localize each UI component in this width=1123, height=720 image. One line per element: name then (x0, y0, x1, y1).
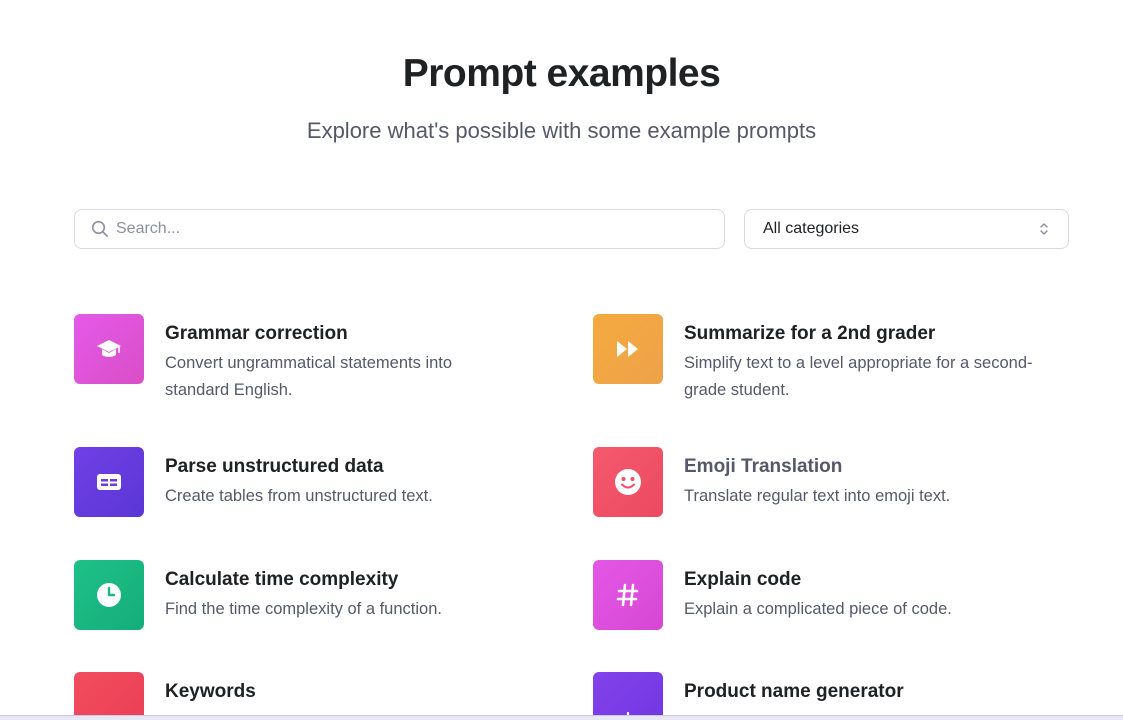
card-icon-tile (74, 560, 144, 630)
card-title: Keywords (165, 681, 256, 702)
card-description: Find the time complexity of a function. (165, 600, 442, 618)
table-icon (97, 474, 121, 490)
card-description: Create tables from unstructured text. (165, 487, 433, 505)
hashtag-icon (616, 583, 639, 607)
card-icon-tile (593, 672, 663, 720)
search-box[interactable] (74, 209, 725, 249)
clock-icon (97, 583, 121, 607)
card-title: Grammar correction (165, 323, 348, 344)
card-icon-tile (593, 447, 663, 517)
example-card-time-complexity[interactable]: Calculate time complexity Find the time … (74, 560, 544, 630)
category-select[interactable]: All categories (744, 209, 1069, 249)
card-description: Convert ungrammatical statements into st… (165, 354, 453, 399)
card-icon-tile (593, 560, 663, 630)
example-card-grammar-correction[interactable]: Grammar correction Convert ungrammatical… (74, 314, 544, 404)
card-title: Product name generator (684, 681, 904, 702)
card-icon-tile (74, 447, 144, 517)
card-description: Simplify text to a level appropriate for… (684, 354, 1033, 399)
example-card-explain-code[interactable]: Explain code Explain a complicated piece… (593, 560, 1063, 630)
card-title: Calculate time complexity (165, 569, 399, 590)
chevron-up-down-icon (1038, 220, 1050, 238)
card-title: Emoji Translation (684, 456, 843, 477)
example-card-parse-unstructured-data[interactable]: Parse unstructured data Create tables fr… (74, 447, 544, 517)
fast-forward-icon (617, 341, 638, 357)
search-icon (90, 219, 110, 239)
page-title: Prompt examples (402, 52, 721, 95)
example-card-product-name-generator[interactable]: Product name generator (593, 672, 1063, 720)
search-input[interactable] (116, 210, 724, 248)
card-icon-tile (74, 314, 144, 384)
example-card-emoji-translation[interactable]: Emoji Translation Translate regular text… (593, 447, 1063, 517)
card-title: Parse unstructured data (165, 456, 384, 477)
window-bottom-edge (0, 715, 1123, 720)
example-card-summarize-2nd-grader[interactable]: Summarize for a 2nd grader Simplify text… (593, 314, 1063, 404)
card-title: Summarize for a 2nd grader (684, 323, 936, 344)
card-icon-tile (593, 314, 663, 384)
card-description: Explain a complicated piece of code. (684, 600, 952, 618)
smiley-icon (615, 469, 641, 495)
card-description: Translate regular text into emoji text. (684, 487, 951, 505)
prompt-examples-page: Prompt examples Explore what's possible … (0, 0, 1123, 720)
graduation-cap-icon (97, 340, 121, 357)
card-title: Explain code (684, 569, 802, 590)
card-icon-tile (74, 672, 144, 720)
category-select-value: All categories (763, 220, 860, 237)
example-card-keywords[interactable]: Keywords (74, 672, 544, 720)
page-subtitle: Explore what's possible with some exampl… (306, 118, 817, 143)
